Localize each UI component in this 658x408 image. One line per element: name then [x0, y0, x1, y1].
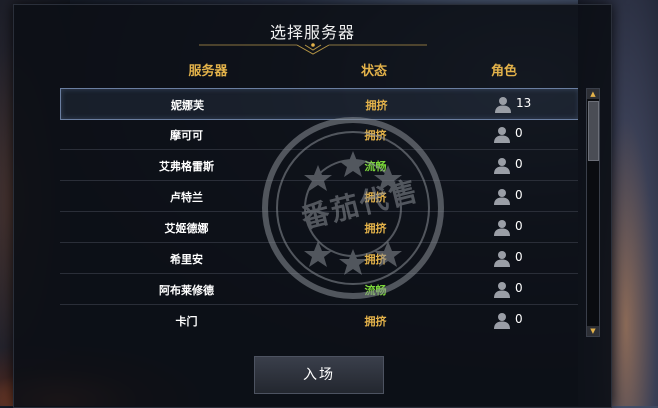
- server-row[interactable]: 卡门 拥挤 0: [60, 305, 578, 335]
- server-name: 艾弗格雷斯: [159, 160, 214, 173]
- role-count: 0: [515, 157, 523, 171]
- server-row[interactable]: 阿布莱修德 流畅 0: [60, 274, 578, 305]
- server-name: 希里安: [170, 253, 203, 266]
- server-row[interactable]: 摩可可 拥挤 0: [60, 119, 578, 150]
- server-select-dialog: 选择服务器 服务器 状态 角色 妮娜芙 拥挤 13 摩可可 拥挤 0 艾弗格雷斯 流畅 0 卢特兰…: [13, 4, 612, 408]
- role-count-cell: 0: [493, 249, 573, 267]
- server-name: 卢特兰: [170, 191, 203, 204]
- column-header-role: 角色: [490, 64, 517, 79]
- server-name: 妮娜芙: [171, 99, 204, 112]
- column-header-status: 状态: [360, 64, 387, 79]
- role-count: 0: [515, 281, 523, 295]
- server-name: 摩可可: [170, 129, 203, 142]
- user-icon: [494, 220, 510, 236]
- server-name: 阿布莱修德: [159, 284, 214, 297]
- server-status: 拥挤: [365, 99, 388, 112]
- server-name: 艾姬德娜: [164, 222, 209, 235]
- role-count-cell: 0: [493, 218, 573, 236]
- scroll-thumb[interactable]: [588, 101, 599, 161]
- server-row[interactable]: 妮娜芙 拥挤 13: [60, 88, 578, 120]
- role-count: 0: [515, 219, 523, 233]
- role-count: 13: [516, 96, 532, 110]
- user-icon: [494, 189, 510, 205]
- title-ornament-icon: [199, 43, 427, 55]
- scroll-down-arrow-icon[interactable]: ▼: [587, 326, 599, 336]
- user-icon: [494, 251, 510, 267]
- server-status: 流畅: [364, 284, 387, 297]
- server-name: 卡门: [175, 315, 198, 328]
- server-status: 拥挤: [364, 129, 387, 142]
- server-status: 拥挤: [364, 315, 387, 328]
- server-row[interactable]: 艾姬德娜 拥挤 0: [60, 212, 578, 243]
- role-count: 0: [515, 188, 523, 202]
- server-status: 拥挤: [364, 191, 387, 204]
- user-icon: [494, 282, 510, 298]
- server-row[interactable]: 希里安 拥挤 0: [60, 243, 578, 274]
- user-icon: [494, 158, 510, 174]
- scrollbar[interactable]: ▲ ▼: [586, 88, 600, 337]
- role-count: 0: [515, 312, 523, 326]
- role-count-cell: 0: [493, 280, 573, 298]
- role-count: 0: [515, 250, 523, 264]
- server-status: 拥挤: [364, 222, 387, 235]
- user-icon: [494, 313, 510, 329]
- server-status: 流畅: [364, 160, 387, 173]
- role-count-cell: 0: [493, 311, 573, 329]
- user-icon: [494, 127, 510, 143]
- role-count-cell: 0: [493, 156, 573, 174]
- role-count-cell: 13: [494, 95, 574, 113]
- server-row[interactable]: 卢特兰 拥挤 0: [60, 181, 578, 212]
- server-list: 妮娜芙 拥挤 13 摩可可 拥挤 0 艾弗格雷斯 流畅 0 卢特兰 拥挤 0 艾姬德娜 拥挤 0 希里安 拥挤 0…: [60, 88, 578, 335]
- server-status: 拥挤: [364, 253, 387, 266]
- enter-button[interactable]: 入场: [254, 356, 384, 394]
- column-header-server: 服务器: [188, 64, 228, 79]
- scroll-up-arrow-icon[interactable]: ▲: [587, 89, 599, 99]
- role-count-cell: 0: [493, 187, 573, 205]
- user-icon: [495, 97, 511, 113]
- role-count: 0: [515, 126, 523, 140]
- role-count-cell: 0: [493, 125, 573, 143]
- server-row[interactable]: 艾弗格雷斯 流畅 0: [60, 150, 578, 181]
- dialog-title: 选择服务器: [269, 23, 355, 42]
